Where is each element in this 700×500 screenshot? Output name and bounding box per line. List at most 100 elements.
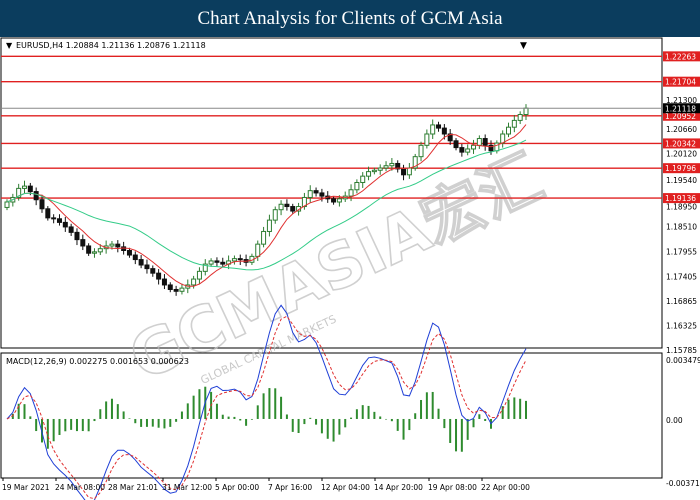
candle-body [39, 199, 45, 210]
price-axis-label: 1.17955 [666, 248, 697, 257]
price-axis: 1.213001.206601.201201.195401.189501.185… [663, 96, 700, 355]
candle-body [62, 221, 68, 228]
time-axis-label: 22 Apr 00:00 [481, 483, 530, 492]
candle-body [126, 249, 132, 256]
candle-body [109, 243, 115, 247]
candle-body [418, 144, 424, 158]
candle-body [360, 175, 366, 184]
price-axis-label: 1.16865 [666, 297, 697, 306]
current-price-label: 1.21118 [665, 104, 696, 113]
candle-body [214, 260, 220, 263]
chart-marker-triangle: ▼ [6, 41, 13, 50]
shift-marker-icon[interactable]: ▼ [520, 41, 527, 51]
candle-body [33, 191, 39, 201]
candle-body [272, 209, 278, 221]
candle-body [191, 278, 197, 286]
candle-body [208, 260, 214, 265]
level-tag-label: 1.19796 [665, 164, 696, 173]
price-axis-label: 1.20660 [666, 125, 697, 134]
time-axis-label: 31 Mar 12:00 [162, 483, 212, 492]
candle-body [436, 124, 442, 129]
candle-body [167, 284, 173, 290]
candle-body [284, 203, 290, 208]
candle-body [86, 245, 92, 254]
candle-body [476, 138, 482, 146]
candle-body [406, 167, 412, 176]
candle-body [21, 185, 27, 189]
candle-body [383, 165, 389, 169]
macd-axis-bottom: -0.003714 [666, 479, 700, 488]
candle-body [348, 189, 354, 197]
candle-body [401, 168, 407, 176]
candle-body [482, 138, 488, 146]
candle-body [121, 246, 127, 251]
candle-body [313, 190, 319, 194]
time-axis: 19 Mar 2021 24 Mar 08:00 28 Mar 21:01 31 Ma… [2, 478, 530, 492]
candle-body [517, 114, 523, 121]
price-axis-label: 1.18950 [666, 203, 697, 212]
candle-body [179, 287, 185, 292]
candle-body [261, 230, 267, 245]
candle-body [354, 182, 360, 191]
level-tag-label: 1.21704 [665, 78, 696, 87]
price-axis-label: 1.16325 [666, 322, 697, 331]
time-axis-label: 5 Apr 00:00 [215, 483, 259, 492]
symbol-info-label: EURUSD,H4 1.20884 1.21136 1.20876 1.2111… [16, 41, 206, 50]
candle-body [150, 268, 156, 274]
candle-body [115, 243, 121, 248]
candle-body [231, 258, 237, 262]
candle-body [51, 217, 57, 220]
candle-body [511, 119, 517, 128]
candle-body [4, 201, 10, 208]
candle-body [255, 243, 261, 257]
candle-body [307, 190, 313, 198]
candle-body [453, 140, 459, 149]
candle-body [138, 259, 144, 266]
level-tag-label: 1.22263 [665, 52, 696, 61]
candle-body [237, 258, 243, 261]
time-axis-label: 7 Apr 16:00 [268, 483, 312, 492]
candle-body [523, 107, 529, 116]
candle-body [132, 254, 138, 261]
time-axis-label: 19 Mar 2021 [2, 483, 50, 492]
candle-body [196, 270, 202, 280]
candle-body [465, 148, 471, 153]
price-axis-label: 1.15785 [666, 346, 697, 355]
time-axis-label: 28 Mar 21:01 [108, 483, 158, 492]
candle-body [366, 171, 372, 177]
candle-body [144, 264, 150, 270]
time-axis-label: 12 Apr 04:00 [321, 483, 370, 492]
candle-body [45, 208, 51, 219]
candle-body [27, 185, 33, 193]
candle-body [161, 278, 167, 286]
time-axis-label: 19 Apr 08:00 [428, 483, 477, 492]
candle-body [80, 239, 86, 247]
price-axis-label: 1.18510 [666, 222, 697, 231]
candle-body [220, 261, 226, 265]
candle-body [173, 288, 179, 292]
price-axis-label: 1.19540 [666, 176, 697, 185]
price-axis-label: 1.20120 [666, 149, 697, 158]
price-axis-label: 1.17405 [666, 273, 697, 282]
macd-axis-top: 0.003479 [666, 356, 700, 365]
candle-body [56, 218, 62, 223]
candle-body [471, 144, 477, 150]
candle-body [371, 169, 377, 173]
candle-body [319, 192, 325, 197]
candle-body [459, 147, 465, 153]
candle-body [74, 231, 80, 241]
candle-body [506, 126, 512, 135]
candle-body [441, 127, 447, 135]
candle-body [336, 198, 342, 203]
time-axis-label: 24 Mar 08:00 [55, 483, 105, 492]
candle-body [290, 206, 296, 212]
candle-body [97, 248, 103, 253]
candle-body [377, 167, 383, 171]
candle-body [331, 198, 337, 203]
candle-body [278, 203, 284, 211]
candle-body [389, 162, 395, 167]
candle-body [68, 226, 74, 233]
chart-canvas[interactable]: GCMASIA宏汇 GLOBAL CAPITAL MARKETS 1.22263… [0, 37, 700, 500]
level-tag-label: 1.20342 [665, 139, 696, 148]
candle-body [156, 272, 162, 280]
